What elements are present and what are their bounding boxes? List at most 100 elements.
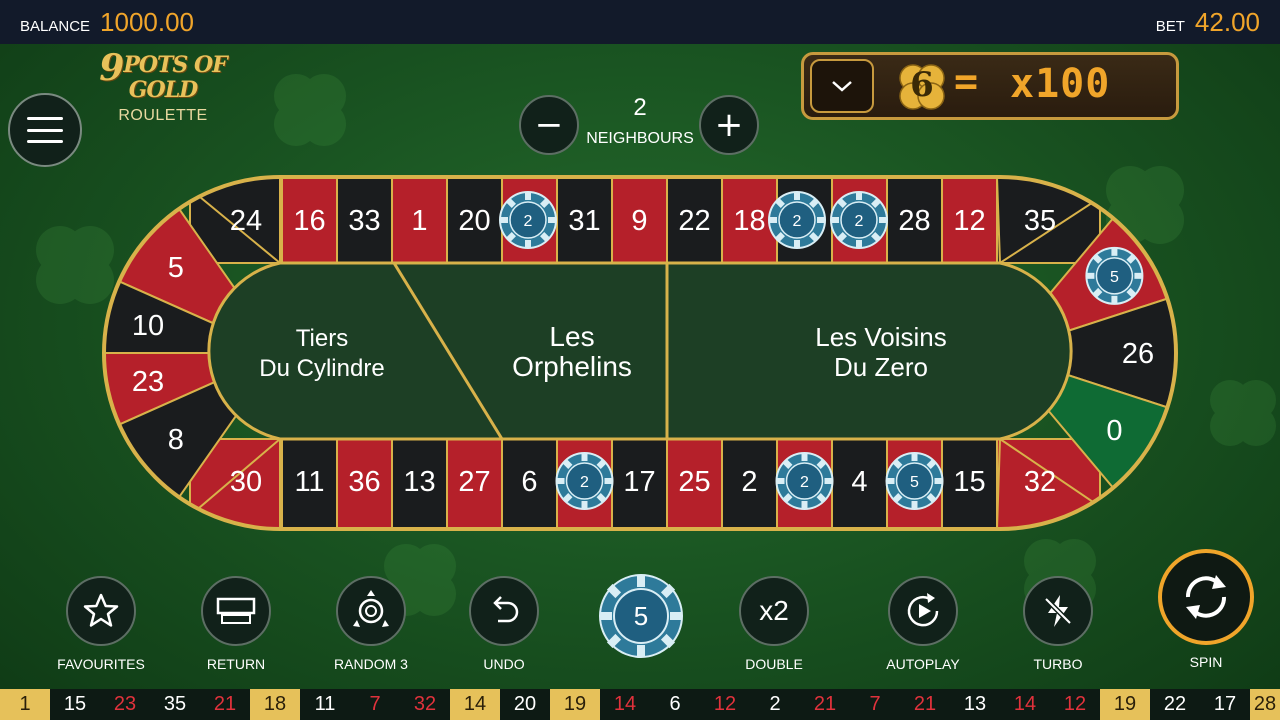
history-result: 7 <box>850 689 900 720</box>
track-cell-15[interactable]: 15 <box>941 438 998 529</box>
track-cell-13[interactable]: 13 <box>391 438 448 529</box>
track-cell-number: 12 <box>953 205 985 237</box>
track-cell-33[interactable]: 33 <box>336 177 393 264</box>
zone-label-line2: Du Cylindre <box>259 355 384 382</box>
track-cell-number: 31 <box>568 205 600 237</box>
history-result: 14 <box>450 689 500 720</box>
track-cell-4[interactable]: 4 <box>831 438 888 529</box>
track-cell-36[interactable]: 36 <box>336 438 393 529</box>
favourites-button[interactable] <box>66 576 136 646</box>
track-cell-17[interactable]: 17 <box>611 438 668 529</box>
turbo-button[interactable] <box>1023 576 1093 646</box>
double-control[interactable]: x2 DOUBLE <box>704 576 844 672</box>
track-cell-2[interactable]: 2 <box>721 438 778 529</box>
autoplay-button[interactable] <box>888 576 958 646</box>
track-cell-27[interactable]: 27 <box>446 438 503 529</box>
favourites-control[interactable]: FAVOURITES <box>31 576 171 672</box>
history-result: 17 <box>1200 689 1250 720</box>
history-result: 14 <box>1000 689 1050 720</box>
random-label: RANDOM 3 <box>334 656 408 672</box>
track-cell-6[interactable]: 6 <box>501 438 558 529</box>
track-cell-22[interactable]: 22 <box>666 177 723 264</box>
spin-icon <box>1185 575 1227 619</box>
bet-chip-value: 5 <box>910 474 919 491</box>
double-icon: x2 <box>759 595 789 626</box>
history-result: 21 <box>900 689 950 720</box>
history-result: 35 <box>150 689 200 720</box>
track-cell-number: 32 <box>1024 466 1056 498</box>
bet-chip-value: 2 <box>855 213 864 230</box>
undo-button[interactable] <box>469 576 539 646</box>
track-cell-25[interactable]: 25 <box>666 438 723 529</box>
track-cell-28[interactable]: 28 <box>886 177 943 264</box>
history-result: 6 <box>650 689 700 720</box>
track-cell-31[interactable]: 31 <box>556 177 613 264</box>
history-result: 28 <box>1250 689 1280 720</box>
spin-label: SPIN <box>1189 654 1223 670</box>
history-result: 7 <box>350 689 400 720</box>
track-cell-number: 9 <box>631 205 647 237</box>
history-result: 21 <box>200 689 250 720</box>
history-result: 14 <box>600 689 650 720</box>
track-cell-number: 36 <box>348 466 380 498</box>
track-cell-number: 4 <box>851 466 867 498</box>
track-cell-number: 2 <box>741 466 757 498</box>
return-button[interactable] <box>201 576 271 646</box>
track-cell-11[interactable]: 11 <box>281 438 338 529</box>
track-cell-number: 22 <box>678 205 710 237</box>
turbo-control[interactable]: TURBO <box>988 576 1128 672</box>
undo-label: UNDO <box>483 656 525 672</box>
history-result: 11 <box>300 689 350 720</box>
track-cell-number: 18 <box>733 205 765 237</box>
autoplay-label: AUTOPLAY <box>886 656 960 672</box>
bet-chip: 5 <box>1085 246 1144 305</box>
zone-label-line2: Du Zero <box>834 352 928 382</box>
track-cell-number: 35 <box>1024 205 1056 237</box>
autoplay-control[interactable]: AUTOPLAY <box>853 576 993 672</box>
track-cell-number: 20 <box>458 205 490 237</box>
chip-selector-button[interactable]: 5 <box>598 573 684 659</box>
track-cell-12[interactable]: 12 <box>941 177 998 264</box>
history-result: 23 <box>100 689 150 720</box>
bet-chip-value: 2 <box>800 474 809 491</box>
history-result: 20 <box>500 689 550 720</box>
track-cell-16[interactable]: 16 <box>281 177 338 264</box>
track-cell-20[interactable]: 20 <box>446 177 503 264</box>
track-cell-1[interactable]: 1 <box>391 177 448 264</box>
history-result: 2 <box>750 689 800 720</box>
history-result: 12 <box>700 689 750 720</box>
track-cell-number: 25 <box>678 466 710 498</box>
chip-selector-value: 5 <box>634 601 648 631</box>
bet-chip-value: 2 <box>793 213 802 230</box>
track-cell-number: 0 <box>1106 415 1122 447</box>
zone-label-line1: Les Voisins <box>815 322 947 352</box>
favourites-label: FAVOURITES <box>57 656 145 672</box>
track-cell-9[interactable]: 9 <box>611 177 668 264</box>
bet-chip: 2 <box>499 191 557 249</box>
random-control[interactable]: RANDOM 3 <box>301 576 441 672</box>
bet-chip: 5 <box>885 452 944 510</box>
track-cell-number: 28 <box>898 205 930 237</box>
return-label: RETURN <box>206 656 266 672</box>
return-control[interactable]: RETURN <box>166 576 306 672</box>
zone-label-line1: Tiers <box>296 325 348 352</box>
history-result: 21 <box>800 689 850 720</box>
random-button[interactable] <box>336 576 406 646</box>
track-cell-number: 5 <box>168 252 184 284</box>
track-cell-number: 27 <box>458 466 490 498</box>
track-cell-number: 26 <box>1122 338 1154 370</box>
spin-button[interactable] <box>1158 549 1254 645</box>
zone-label-line2: Orphelins <box>512 351 632 382</box>
double-button[interactable]: x2 <box>739 576 809 646</box>
track-cell-number: 10 <box>132 310 164 342</box>
history-result: 32 <box>400 689 450 720</box>
bet-chip: 2 <box>768 191 826 249</box>
history-result: 13 <box>950 689 1000 720</box>
undo-control[interactable]: UNDO <box>434 576 574 672</box>
track-cell-number: 23 <box>132 366 164 398</box>
track-cell-number: 1 <box>411 205 427 237</box>
history-result: 1 <box>0 689 50 720</box>
track-cell-number: 33 <box>348 205 380 237</box>
zone-bet-2[interactable]: Les VoisinsDu Zero <box>815 322 947 382</box>
zone-label-line1: Les <box>549 321 594 352</box>
